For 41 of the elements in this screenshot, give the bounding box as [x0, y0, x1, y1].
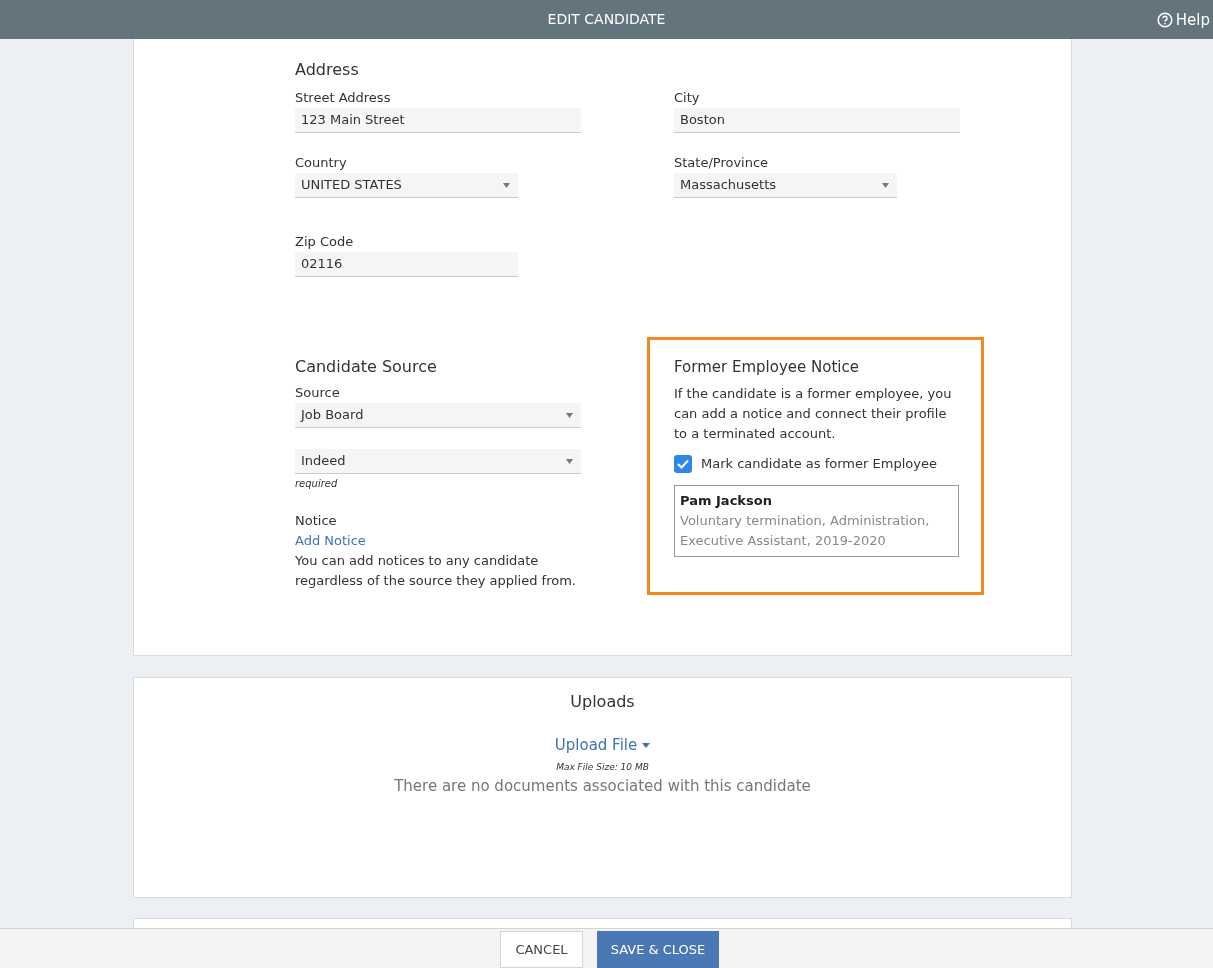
window-title: EDIT CANDIDATE	[547, 10, 666, 29]
field-label: Street Address	[295, 89, 392, 106]
add-notice-link[interactable]: Add Notice	[295, 531, 366, 551]
caret-icon	[642, 742, 651, 748]
select-field[interactable]: Job Board	[295, 403, 581, 428]
employee-name: Pam Jackson	[680, 492, 773, 510]
cancel-button[interactable]: CANCEL	[500, 931, 583, 968]
help-link[interactable]: Help	[1156, 9, 1210, 32]
field-label: Source	[295, 384, 341, 401]
select-field[interactable]: Indeed	[295, 449, 581, 474]
section-heading: Former Employee Notice	[674, 357, 860, 378]
input-field[interactable]: 02116	[295, 252, 518, 277]
caret-icon	[882, 182, 889, 188]
select-field[interactable]: Massachusetts	[674, 173, 897, 198]
caret-icon	[503, 182, 510, 188]
help-text: If the candidate is a former employee, you can add a notice and connect their profile to a terminated account.	[674, 385, 953, 443]
field-label: Notice	[295, 512, 338, 529]
section-heading: Candidate Source	[295, 356, 438, 377]
checkbox[interactable]	[674, 455, 692, 473]
section-heading: Address	[295, 59, 360, 80]
field-label: City	[674, 89, 701, 106]
field-label: State/Province	[674, 154, 770, 171]
input-field[interactable]: Boston	[674, 108, 960, 133]
checkmark-icon	[677, 459, 689, 469]
caret-icon	[566, 458, 573, 464]
file-size-note: Max File Size: 10 MB	[556, 761, 649, 774]
input-field[interactable]: 123 Main Street	[295, 108, 581, 133]
help-icon	[1156, 12, 1173, 29]
hint-text: required	[295, 477, 339, 490]
field-label: Zip Code	[295, 233, 355, 250]
upload-file-button[interactable]: Upload File	[554, 734, 651, 756]
employee-details: Voluntary termination, Administration, Executive Assistant, 2019-2020	[680, 512, 931, 550]
caret-icon	[566, 412, 573, 418]
help-text: You can add notices to any candidate regardless of the source they applied from.	[295, 552, 577, 590]
field-label: Country	[295, 154, 348, 171]
save-button[interactable]: SAVE & CLOSE	[597, 931, 719, 968]
checkbox-label[interactable]: Mark candidate as former Employee	[701, 454, 937, 474]
empty-message: There are no documents associated with this candidate	[394, 775, 811, 797]
select-field[interactable]: UNITED STATES	[295, 173, 518, 198]
employee-card[interactable]: Pam Jackson Voluntary termination, Administration, Executive Assistant, 2019-2020	[674, 485, 959, 557]
section-heading: Uploads	[570, 691, 635, 713]
